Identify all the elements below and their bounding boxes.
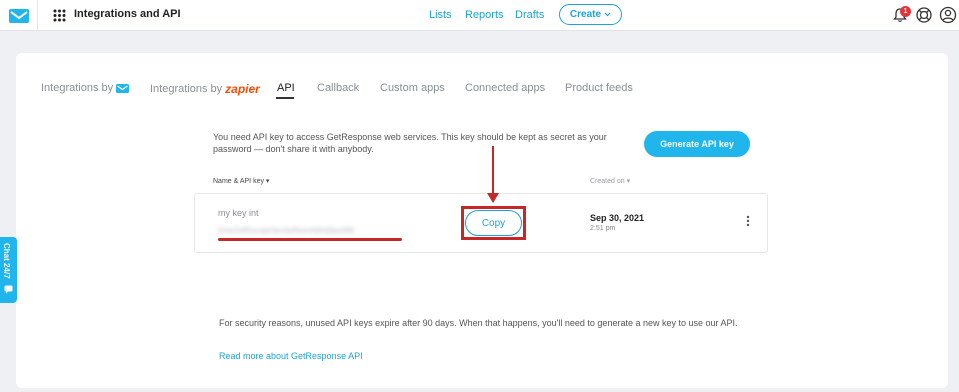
column-header-created-label: Created on bbox=[590, 178, 625, 185]
chat-widget-tab[interactable]: Chat 24/7 bbox=[0, 237, 17, 303]
read-more-link[interactable]: Read more about GetResponse API bbox=[219, 351, 363, 361]
nav-drafts[interactable]: Drafts bbox=[515, 9, 544, 21]
getresponse-logo[interactable] bbox=[0, 0, 38, 31]
tab-integrations-getresponse[interactable]: Integrations by bbox=[41, 82, 130, 94]
tab-custom-apps[interactable]: Custom apps bbox=[380, 82, 445, 94]
help-lifebuoy-icon[interactable] bbox=[915, 6, 933, 24]
tab-connected-apps[interactable]: Connected apps bbox=[465, 82, 545, 94]
tab-product-feeds[interactable]: Product feeds bbox=[565, 82, 633, 94]
copy-button[interactable]: Copy bbox=[465, 210, 522, 236]
tab-label: Integrations by bbox=[150, 83, 223, 95]
chat-label: Chat 24/7 bbox=[2, 243, 11, 279]
column-header-name-label: Name & API key bbox=[213, 178, 264, 185]
chevron-down-icon bbox=[604, 12, 611, 17]
sort-caret-icon: ▾ bbox=[265, 178, 270, 185]
tab-callback[interactable]: Callback bbox=[317, 82, 359, 94]
generate-api-key-button[interactable]: Generate API key bbox=[644, 131, 750, 157]
created-date: Sep 30, 2021 bbox=[590, 213, 645, 223]
annotation-arrow-head bbox=[487, 193, 499, 203]
api-info-text: You need API key to access GetResponse w… bbox=[213, 132, 607, 154]
more-options-icon[interactable] bbox=[744, 214, 752, 228]
nav-reports[interactable]: Reports bbox=[465, 9, 504, 21]
column-header-created[interactable]: Created on ▾ bbox=[590, 177, 630, 185]
envelope-icon bbox=[8, 8, 29, 23]
notification-badge: 1 bbox=[900, 6, 911, 17]
column-header-name[interactable]: Name & API key ▾ bbox=[213, 177, 269, 185]
created-time: 2:51 pm bbox=[590, 225, 616, 232]
api-key-value: 5me2e85ouaje3ev4yffwsmbbhj9ped6k bbox=[218, 226, 355, 235]
page-title: Integrations and API bbox=[74, 8, 181, 20]
tab-api[interactable]: API bbox=[277, 82, 295, 94]
tab-integrations-zapier[interactable]: Integrations by zapier bbox=[150, 82, 260, 96]
create-label: Create bbox=[569, 9, 602, 20]
tab-label: Integrations by bbox=[41, 82, 114, 94]
getresponse-envelope-icon bbox=[116, 83, 130, 93]
top-bar: Integrations and API Lists Reports Draft… bbox=[0, 0, 959, 31]
active-tab-indicator bbox=[276, 97, 294, 99]
security-note: For security reasons, unused API keys ex… bbox=[219, 318, 738, 328]
nav-lists[interactable]: Lists bbox=[429, 9, 452, 21]
sort-caret-icon: ▾ bbox=[626, 178, 631, 185]
apps-grid-icon[interactable] bbox=[53, 9, 66, 22]
annotation-arrow bbox=[492, 146, 494, 194]
annotation-underline bbox=[218, 238, 402, 241]
chat-bubble-icon bbox=[4, 285, 13, 294]
user-avatar-icon[interactable] bbox=[939, 6, 957, 24]
api-key-name: my key int bbox=[218, 208, 259, 218]
create-button[interactable]: Create bbox=[559, 4, 622, 25]
zapier-logo: zapier bbox=[225, 82, 260, 96]
